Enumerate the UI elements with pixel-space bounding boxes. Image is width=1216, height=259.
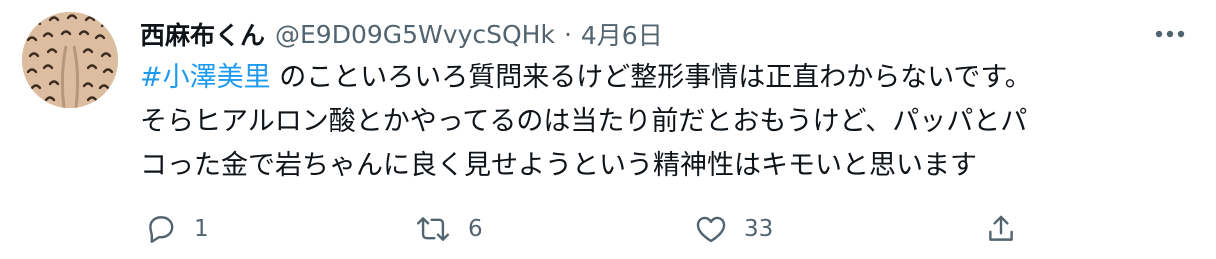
hashtag-link[interactable]: #小澤美里 bbox=[140, 62, 271, 93]
more-button[interactable] bbox=[1150, 18, 1190, 50]
like-button[interactable]: 33 bbox=[694, 204, 773, 254]
tweet-actions: 1 6 33 bbox=[0, 204, 1216, 254]
tweet-text-line-1-rest: のこといろいろ質問来るけど整形事情は正直わからないです。 bbox=[270, 62, 1032, 93]
like-count: 33 bbox=[744, 216, 774, 242]
tweet-text-line-1: #小澤美里 のこといろいろ質問来るけど整形事情は正直わからないです。 bbox=[140, 56, 1200, 100]
retweet-count: 6 bbox=[468, 216, 483, 242]
tweet-text: #小澤美里 のこといろいろ質問来るけど整形事情は正直わからないです。 そらヒアル… bbox=[140, 56, 1200, 188]
user-handle[interactable]: @E9D09G5WvycSQHk bbox=[275, 20, 555, 49]
heart-icon bbox=[696, 216, 726, 243]
retweet-icon bbox=[416, 217, 450, 241]
tweet-text-line-3: コった金で岩ちゃんに良く見せようという精神性はキモいと思います bbox=[140, 150, 977, 181]
avatar[interactable] bbox=[22, 12, 118, 108]
share-icon bbox=[989, 215, 1013, 241]
tweet-text-line-2: そらヒアルロン酸とかやってるのは当たり前だとおもうけど、パッパとパ bbox=[140, 106, 1028, 137]
display-name[interactable]: 西麻布くん bbox=[140, 16, 265, 52]
reply-button[interactable]: 1 bbox=[144, 204, 209, 254]
tweet-card[interactable]: 西麻布くん @E9D09G5WvycSQHk · 4月6日 #小澤美里 のことい… bbox=[0, 0, 1216, 259]
tweet-date[interactable]: 4月6日 bbox=[581, 16, 663, 52]
avatar-image bbox=[22, 12, 118, 108]
separator-dot: · bbox=[563, 19, 572, 49]
share-button[interactable] bbox=[984, 204, 1018, 254]
reply-count: 1 bbox=[194, 216, 209, 242]
tweet-header: 西麻布くん @E9D09G5WvycSQHk · 4月6日 bbox=[140, 14, 663, 54]
more-horizontal-icon bbox=[1155, 30, 1185, 38]
reply-icon bbox=[149, 216, 174, 243]
retweet-button[interactable]: 6 bbox=[414, 204, 483, 254]
